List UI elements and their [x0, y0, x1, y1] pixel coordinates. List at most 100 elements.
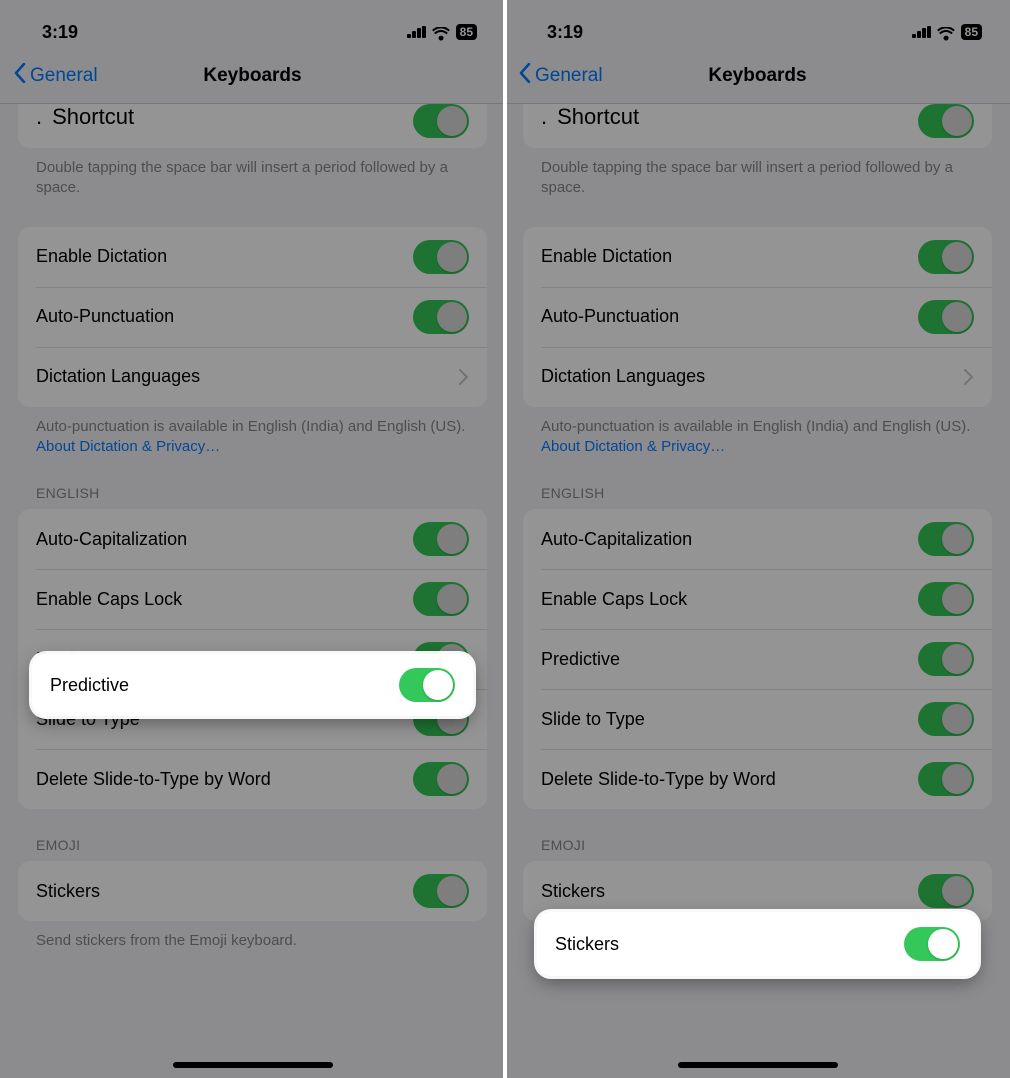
row-shortcut[interactable]: . Shortcut	[18, 104, 487, 148]
header-emoji: EMOJI	[523, 809, 992, 861]
toggle-auto-punctuation[interactable]	[413, 300, 469, 334]
group-shortcut-partial: . Shortcut	[523, 104, 992, 148]
toggle-shortcut[interactable]	[918, 104, 974, 138]
label-delete-slide-to-type: Delete Slide-to-Type by Word	[541, 769, 776, 790]
label-dictation-languages: Dictation Languages	[541, 366, 705, 387]
row-stickers[interactable]: Stickers	[18, 861, 487, 921]
battery-icon: 85	[456, 24, 477, 40]
chevron-right-icon	[964, 369, 974, 385]
link-dictation-privacy[interactable]: About Dictation & Privacy…	[541, 438, 725, 455]
label-dictation-languages: Dictation Languages	[36, 366, 200, 387]
highlight-stickers: Stickers	[537, 912, 978, 976]
cellular-signal-icon	[912, 26, 931, 38]
battery-icon: 85	[961, 24, 982, 40]
footer-dictation: Auto-punctuation is available in English…	[523, 407, 992, 458]
footer-shortcut: Double tapping the space bar will insert…	[18, 148, 487, 199]
highlight-predictive: Predictive	[32, 654, 473, 716]
row-dictation-languages[interactable]: Dictation Languages	[18, 347, 487, 407]
header-emoji: EMOJI	[18, 809, 487, 861]
screenshot-left: 3:19 85 General Keyboards	[0, 0, 505, 1078]
group-english: Auto-Capitalization Enable Caps Lock Pre…	[523, 509, 992, 809]
nav-bar: General Keyboards	[0, 48, 505, 104]
label-delete-slide-to-type: Delete Slide-to-Type by Word	[36, 769, 271, 790]
screenshot-right: 3:19 85 General Keyboards	[505, 0, 1010, 1078]
footer-stickers: Send stickers from the Emoji keyboard.	[18, 921, 487, 951]
status-bar: 3:19 85	[0, 0, 505, 48]
row-dictation-languages[interactable]: Dictation Languages	[523, 347, 992, 407]
nav-bar: General Keyboards	[505, 48, 1010, 104]
hl-toggle-stickers[interactable]	[904, 927, 960, 961]
link-dictation-privacy[interactable]: About Dictation & Privacy…	[36, 438, 220, 455]
label-shortcut: Shortcut	[557, 104, 639, 130]
wifi-icon	[937, 25, 955, 39]
label-predictive: Predictive	[541, 649, 620, 670]
toggle-shortcut[interactable]	[413, 104, 469, 138]
row-enable-caps-lock[interactable]: Enable Caps Lock	[18, 569, 487, 629]
toggle-auto-punctuation[interactable]	[918, 300, 974, 334]
row-enable-caps-lock[interactable]: Enable Caps Lock	[523, 569, 992, 629]
chevron-right-icon	[459, 369, 469, 385]
toggle-stickers[interactable]	[413, 874, 469, 908]
label-shortcut: Shortcut	[52, 104, 134, 130]
label-auto-punctuation: Auto-Punctuation	[36, 306, 174, 327]
group-emoji: Stickers	[18, 861, 487, 921]
row-delete-slide-to-type[interactable]: Delete Slide-to-Type by Word	[523, 749, 992, 809]
hl-toggle-predictive[interactable]	[399, 668, 455, 702]
wifi-icon	[432, 25, 450, 39]
toggle-slide-to-type[interactable]	[918, 702, 974, 736]
header-english: ENGLISH	[18, 457, 487, 509]
row-enable-dictation[interactable]: Enable Dictation	[18, 227, 487, 287]
toggle-delete-slide-to-type[interactable]	[918, 762, 974, 796]
label-stickers: Stickers	[541, 881, 605, 902]
back-button[interactable]: General	[505, 63, 603, 89]
toggle-enable-caps-lock[interactable]	[918, 582, 974, 616]
row-enable-dictation[interactable]: Enable Dictation	[523, 227, 992, 287]
toggle-predictive[interactable]	[918, 642, 974, 676]
chevron-left-icon	[519, 63, 531, 89]
period-icon: .	[36, 115, 42, 119]
hl-label-predictive: Predictive	[50, 675, 129, 696]
clock: 3:19	[547, 22, 583, 43]
row-auto-punctuation[interactable]: Auto-Punctuation	[18, 287, 487, 347]
home-indicator	[173, 1062, 333, 1068]
toggle-enable-dictation[interactable]	[918, 240, 974, 274]
row-slide-to-type[interactable]: Slide to Type	[523, 689, 992, 749]
period-icon: .	[541, 115, 547, 119]
toggle-stickers[interactable]	[918, 874, 974, 908]
row-predictive[interactable]: Predictive	[523, 629, 992, 689]
row-auto-punctuation[interactable]: Auto-Punctuation	[523, 287, 992, 347]
hl-label-stickers: Stickers	[555, 934, 619, 955]
label-auto-capitalization: Auto-Capitalization	[36, 529, 187, 550]
clock: 3:19	[42, 22, 78, 43]
battery-percent: 85	[456, 24, 477, 40]
back-button[interactable]: General	[0, 63, 98, 89]
header-english: ENGLISH	[523, 457, 992, 509]
toggle-enable-dictation[interactable]	[413, 240, 469, 274]
label-enable-caps-lock: Enable Caps Lock	[541, 589, 687, 610]
label-enable-dictation: Enable Dictation	[541, 246, 672, 267]
group-dictation: Enable Dictation Auto-Punctuation Dictat…	[523, 227, 992, 407]
row-delete-slide-to-type[interactable]: Delete Slide-to-Type by Word	[18, 749, 487, 809]
battery-percent: 85	[961, 24, 982, 40]
group-shortcut-partial: . Shortcut	[18, 104, 487, 148]
group-dictation: Enable Dictation Auto-Punctuation Dictat…	[18, 227, 487, 407]
row-auto-capitalization[interactable]: Auto-Capitalization	[523, 509, 992, 569]
toggle-auto-capitalization[interactable]	[918, 522, 974, 556]
label-enable-caps-lock: Enable Caps Lock	[36, 589, 182, 610]
toggle-auto-capitalization[interactable]	[413, 522, 469, 556]
footer-shortcut: Double tapping the space bar will insert…	[523, 148, 992, 199]
chevron-left-icon	[14, 63, 26, 89]
back-label: General	[30, 65, 98, 87]
label-auto-punctuation: Auto-Punctuation	[541, 306, 679, 327]
label-auto-capitalization: Auto-Capitalization	[541, 529, 692, 550]
toggle-delete-slide-to-type[interactable]	[413, 762, 469, 796]
label-enable-dictation: Enable Dictation	[36, 246, 167, 267]
footer-dictation: Auto-punctuation is available in English…	[18, 407, 487, 458]
label-slide-to-type: Slide to Type	[541, 709, 645, 730]
home-indicator	[678, 1062, 838, 1068]
label-stickers: Stickers	[36, 881, 100, 902]
cellular-signal-icon	[407, 26, 426, 38]
toggle-enable-caps-lock[interactable]	[413, 582, 469, 616]
row-shortcut[interactable]: . Shortcut	[523, 104, 992, 148]
row-auto-capitalization[interactable]: Auto-Capitalization	[18, 509, 487, 569]
